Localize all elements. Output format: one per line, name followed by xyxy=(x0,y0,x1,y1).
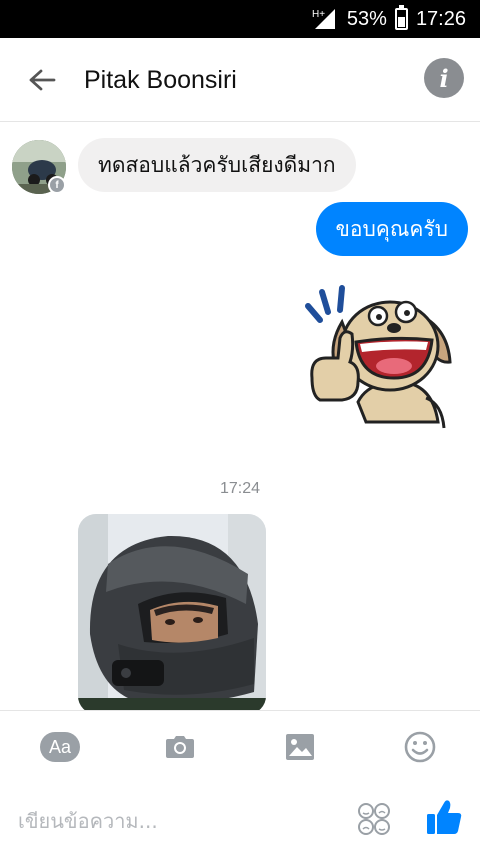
message-input[interactable]: เขียนข้อความ... xyxy=(18,805,158,837)
battery-percent: 53% xyxy=(346,7,387,30)
gallery-button[interactable] xyxy=(278,729,322,765)
reactions-icon xyxy=(358,803,390,835)
like-icon xyxy=(427,800,462,834)
battery-fill xyxy=(397,17,405,27)
signal-icon: H+ xyxy=(311,7,339,31)
emoji-icon xyxy=(404,731,436,763)
conversation-title[interactable]: Pitak Boonsiri xyxy=(84,62,237,98)
camera-button[interactable] xyxy=(158,729,202,765)
status-bar: H+ 53% 17:26 xyxy=(0,0,480,38)
outgoing-message[interactable]: ขอบคุณครับ xyxy=(315,202,468,256)
composer: Aa เขียนข้อความ... xyxy=(0,710,480,854)
helmet-selfie-photo[interactable] xyxy=(78,514,266,710)
emoji-button[interactable] xyxy=(398,729,442,765)
network-type: H+ xyxy=(312,9,325,20)
conversation-header: Pitak Boonsiri i xyxy=(0,38,480,122)
clock: 17:26 xyxy=(415,7,466,30)
info-button[interactable]: i xyxy=(424,58,464,98)
text-style-button[interactable]: Aa xyxy=(38,729,82,765)
status-indicators: H+ 53% 17:26 xyxy=(311,0,466,38)
camera-icon xyxy=(166,736,194,758)
messenger-badge-icon: f xyxy=(48,176,66,194)
reactions-button[interactable] xyxy=(356,801,392,837)
image-icon xyxy=(286,734,314,760)
info-icon: i xyxy=(439,63,449,93)
thumbs-up-dog-sticker[interactable] xyxy=(298,282,458,434)
arrow-left-icon xyxy=(29,69,56,91)
back-button[interactable] xyxy=(24,62,60,98)
message-timestamp: 17:24 xyxy=(219,480,261,497)
like-button[interactable] xyxy=(424,797,464,837)
message-thread[interactable]: f ทดสอบแล้วครับเสียงดีมาก ขอบคุณครับ 17:… xyxy=(0,122,480,710)
battery-icon xyxy=(394,5,408,30)
incoming-message[interactable]: ทดสอบแล้วครับเสียงดีมาก xyxy=(78,138,356,192)
aa-label: Aa xyxy=(40,732,80,762)
